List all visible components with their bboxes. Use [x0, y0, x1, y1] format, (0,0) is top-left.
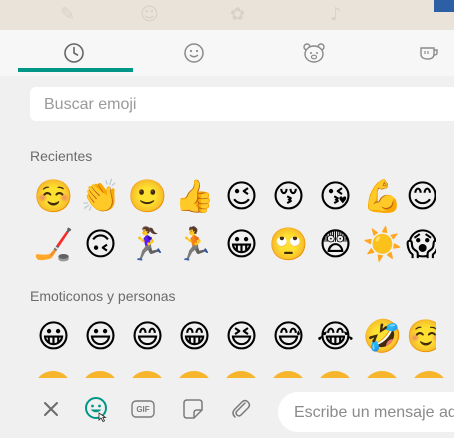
bear-icon — [303, 43, 325, 63]
emoji-item[interactable]: 💪 — [359, 176, 406, 216]
attach-button[interactable] — [228, 396, 254, 422]
recent-emoji-row-1: ☺️ 👏 🙂 👍 😉 😚 😘 💪 😊 — [30, 176, 436, 216]
emoji-item[interactable]: 😄 — [124, 316, 171, 356]
emoji-item[interactable]: 😊 — [406, 176, 436, 216]
sticker-icon — [183, 399, 203, 419]
emoji-item[interactable]: ☺️ — [406, 316, 436, 356]
tab-animals[interactable] — [254, 30, 374, 76]
clock-icon — [64, 43, 84, 63]
emoji-item[interactable]: 😉 — [218, 176, 265, 216]
emoji-search-box — [30, 87, 454, 123]
emoji-item[interactable]: 😨 — [312, 224, 359, 264]
gif-button[interactable]: GIF — [130, 396, 156, 422]
emoji-item[interactable]: 😅 — [265, 316, 312, 356]
doodle-icon: ✿ — [230, 4, 246, 25]
active-tab-indicator — [18, 68, 133, 72]
emoji-item[interactable]: 😁 — [171, 316, 218, 356]
emoji-item[interactable]: 😀 — [30, 316, 77, 356]
emoji-item[interactable]: 🏃‍♀️ — [124, 224, 171, 264]
chat-background: ✎ ☺ ✿ ♪ — [0, 0, 454, 30]
emoji-item[interactable]: 🙂 — [124, 176, 171, 216]
emoji-item[interactable]: 😘 — [312, 176, 359, 216]
emoji-item[interactable]: 🤣 — [359, 316, 406, 356]
doodle-icon: ♪ — [330, 4, 342, 25]
emoji-smiley-icon — [85, 397, 107, 422]
emoji-search-input[interactable] — [42, 87, 446, 123]
doodle-icon: ✎ — [60, 4, 76, 25]
gif-label: GIF — [136, 404, 150, 414]
section-title-people: Emoticonos y personas — [30, 288, 176, 304]
emoji-item[interactable]: 👏 — [77, 176, 124, 216]
message-input[interactable] — [292, 392, 454, 432]
emoji-item[interactable]: 🏒 — [30, 224, 77, 264]
emoji-item[interactable]: 👍 — [171, 176, 218, 216]
emoji-item[interactable]: 😱 — [406, 224, 436, 264]
emoji-row-partial-icon — [38, 371, 444, 378]
message-box — [278, 392, 454, 432]
people-emoji-row-2-partial — [30, 366, 454, 378]
emoji-item[interactable]: ☀️ — [359, 224, 406, 264]
emoji-item[interactable]: ☺️ — [30, 176, 77, 216]
emoji-item[interactable]: 🏃 — [171, 224, 218, 264]
emoji-item[interactable]: 😃 — [77, 316, 124, 356]
people-emoji-row-1: 😀 😃 😄 😁 😆 😅 😂 🤣 ☺️ — [30, 316, 436, 356]
tab-food[interactable] — [374, 30, 454, 76]
emoji-item[interactable]: 🙄 — [265, 224, 312, 264]
emoji-panel-button[interactable] — [84, 396, 110, 422]
window-accent — [434, 0, 454, 12]
section-title-recent: Recientes — [30, 148, 93, 164]
paperclip-icon — [232, 399, 251, 418]
emoji-item[interactable]: 😀 — [218, 224, 265, 264]
close-icon — [44, 402, 58, 416]
sticker-button[interactable] — [180, 396, 206, 422]
close-emoji-panel-button[interactable] — [38, 396, 64, 422]
cup-icon — [420, 47, 438, 60]
emoji-item[interactable]: 😆 — [218, 316, 265, 356]
tab-smileys[interactable] — [134, 30, 254, 76]
smiley-icon — [184, 43, 204, 63]
emoji-item[interactable]: 😚 — [265, 176, 312, 216]
emoji-item[interactable]: 😂 — [312, 316, 359, 356]
recent-emoji-row-2: 🏒 🙃 🏃‍♀️ 🏃 😀 🙄 😨 ☀️ 😱 — [30, 224, 436, 264]
doodle-icon: ☺ — [140, 4, 159, 25]
emoji-item[interactable]: 🙃 — [77, 224, 124, 264]
